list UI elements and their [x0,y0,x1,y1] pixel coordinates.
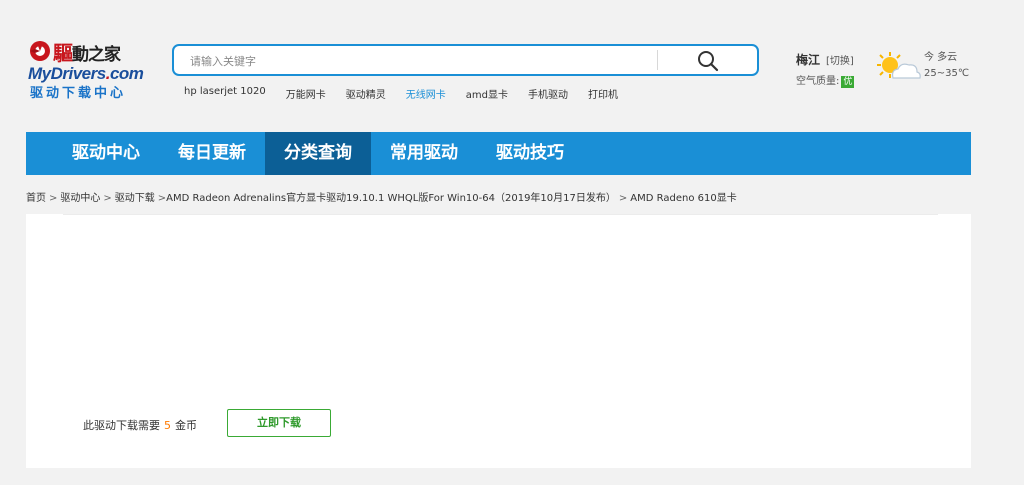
hotword-link[interactable]: 手机驱动 [528,86,568,101]
switch-city-link[interactable]: [切换] [826,56,854,67]
air-quality: 空气质量: 优 [796,72,855,88]
search-button[interactable] [664,46,756,74]
logo-swirl-icon [30,41,50,61]
hot-keywords: hp laserjet 1020 万能网卡 驱动精灵 无线网卡 amd显卡 手机… [184,86,638,101]
nav-item-category-search[interactable]: 分类查询 [265,132,371,175]
download-cost-suffix: 金币 [175,419,197,432]
download-cost-prefix: 此驱动下载需要 [83,419,160,432]
hotword-link[interactable]: 无线网卡 [406,86,446,101]
search-box [172,44,759,76]
logo-english: MyDrivers.com [28,64,144,83]
hotword-link[interactable]: amd显卡 [466,86,508,101]
weather-today: 今 多云 [924,52,958,63]
breadcrumb-driver-center[interactable]: 驱动中心 [60,193,100,204]
breadcrumb: 首页 > 驱动中心 > 驱动下载 >AMD Radeon Adrenalins官方显卡驱动… [26,193,737,204]
nav-item-driver-tips[interactable]: 驱动技巧 [477,132,583,175]
breadcrumb-driver-page[interactable]: AMD Radeon Adrenalins官方显卡驱动19.10.1 WHQL版… [166,193,616,204]
hotword-link[interactable]: 万能网卡 [286,86,326,101]
breadcrumb-home[interactable]: 首页 [26,193,46,204]
search-divider [657,50,658,70]
breadcrumb-current: AMD Radeno 610显卡 [630,193,737,204]
hotword-link[interactable]: hp laserjet 1020 [184,86,266,101]
nav-item-driver-center[interactable]: 驱动中心 [26,132,159,175]
logo-subtitle: 驱动下载中心 [30,86,127,101]
coin-amount: 5 [164,419,171,432]
search-icon [698,51,719,72]
search-input[interactable] [188,46,652,76]
download-now-button[interactable]: 立即下载 [227,409,331,437]
download-panel: 此驱动下载需要 5 金币 立即下载 [26,214,971,468]
main-nav: 驱动中心 每日更新 分类查询 常用驱动 驱动技巧 [26,132,971,175]
breadcrumb-driver-download[interactable]: 驱动下载 [115,193,155,204]
sun-cloud-icon [877,52,921,79]
city-name: 梅江 [796,53,821,67]
download-cost: 此驱动下载需要 5 金币 [83,417,197,433]
weather-text: 今 多云 25~35℃ [924,50,969,82]
nav-item-common-drivers[interactable]: 常用驱动 [371,132,477,175]
weather-temp: 25~35℃ [924,68,970,79]
air-quality-label: 空气质量: [796,76,840,87]
panel-divider [63,214,938,215]
air-quality-badge: 优 [841,76,855,88]
logo-chinese: 驅動之家 [53,40,121,65]
mydrivers-logo[interactable]: 驅動之家 MyDrivers.com 驱动下载中心 [28,36,158,102]
nav-item-daily-update[interactable]: 每日更新 [159,132,265,175]
hotword-link[interactable]: 打印机 [588,86,618,101]
location: 梅江 [切换] [796,51,854,68]
hotword-link[interactable]: 驱动精灵 [346,86,386,101]
